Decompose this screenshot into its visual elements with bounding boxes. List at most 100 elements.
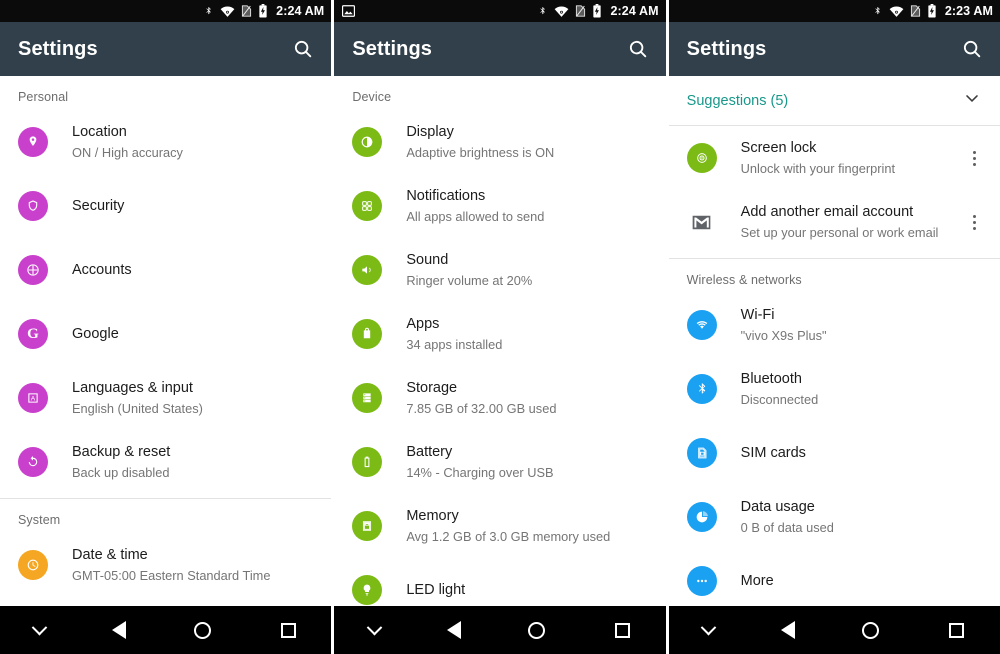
- list-item-text: Display Adaptive brightness is ON: [406, 123, 651, 162]
- list-item[interactable]: Data usage 0 B of data used: [669, 485, 1000, 549]
- status-bar-right: 2:24 AM: [203, 4, 324, 18]
- back-triangle-icon: [780, 621, 795, 639]
- list-item[interactable]: Screen lock Unlock with your fingerprint: [669, 126, 1000, 190]
- list-item[interactable]: Bluetooth Disconnected: [669, 357, 1000, 421]
- list-item-title: Backup & reset: [72, 443, 171, 460]
- section-header: Wireless & networks: [686, 273, 802, 287]
- wifi-icon: [554, 5, 569, 18]
- home-circle-icon: [193, 621, 211, 639]
- list-item-subtitle: Disconnected: [740, 391, 819, 407]
- home-button[interactable]: [159, 621, 245, 639]
- list-item[interactable]: LED light: [334, 558, 665, 606]
- list-item-subtitle: 34 apps installed: [406, 336, 503, 352]
- list-item-title: Notifications: [406, 187, 486, 204]
- list-item[interactable]: G Google: [0, 302, 331, 366]
- clock-icon: [18, 550, 48, 580]
- list-item[interactable]: Memory Avg 1.2 GB of 3.0 GB memory used: [334, 494, 665, 558]
- chevron-down-icon: [700, 619, 717, 635]
- list-item[interactable]: Backup & reset Back up disabled: [0, 430, 331, 494]
- list-item[interactable]: Storage 7.85 GB of 32.00 GB used: [334, 366, 665, 430]
- list-item[interactable]: Sound Ringer volume at 20%: [334, 238, 665, 302]
- recents-button[interactable]: [580, 622, 666, 638]
- led-bulb-icon: [352, 575, 383, 605]
- back-button[interactable]: [748, 621, 828, 639]
- home-button[interactable]: [828, 621, 914, 639]
- fingerprint-lock-icon: [686, 143, 717, 173]
- wifi-icon: [220, 5, 235, 18]
- list-item[interactable]: Accounts: [0, 238, 331, 302]
- list-item-title: Memory: [406, 507, 459, 524]
- list-item[interactable]: Apps 34 apps installed: [334, 302, 665, 366]
- bluetooth-icon: [537, 4, 548, 18]
- list-item[interactable]: More: [669, 549, 1000, 606]
- list-item-title: Security: [72, 197, 125, 214]
- chevron-down-icon: [366, 619, 382, 635]
- list-item[interactable]: Security: [0, 174, 331, 238]
- list-item-title: SIM cards: [740, 444, 806, 461]
- list-item-subtitle: All apps allowed to send: [406, 208, 545, 224]
- list-item[interactable]: Display Adaptive brightness is ON: [334, 110, 665, 174]
- chevron-down-icon[interactable]: [962, 88, 982, 113]
- location-pin-icon: [18, 127, 48, 157]
- status-bar: 2:24 AM: [0, 0, 332, 22]
- chevron-down-icon: [31, 619, 48, 635]
- backup-restore-icon: [18, 447, 48, 477]
- list-item[interactable]: SIM cards: [669, 421, 1000, 485]
- status-bar-right: 2:23 AM: [872, 4, 993, 18]
- list-item-text: Storage 7.85 GB of 32.00 GB used: [406, 379, 651, 418]
- status-bar-clock: 2:23 AM: [944, 4, 993, 18]
- settings-list[interactable]: Personal Location ON / High accuracy Securi…: [0, 76, 332, 606]
- list-item[interactable]: Add another email account Set up your per…: [669, 190, 1000, 254]
- list-item-subtitle: 0 B of data used: [740, 519, 834, 535]
- home-circle-icon: [862, 621, 880, 639]
- list-item[interactable]: Date & time GMT-05:00 Eastern Standard Ti…: [0, 533, 331, 597]
- back-triangle-icon: [112, 621, 127, 639]
- back-button[interactable]: [414, 621, 494, 639]
- svg-text:A: A: [31, 396, 36, 403]
- list-item[interactable]: A Languages & input English (United States…: [0, 366, 331, 430]
- back-triangle-icon: [446, 621, 461, 639]
- suggestions-header[interactable]: Suggestions (5): [669, 76, 1000, 125]
- suggestions-label: Suggestions (5): [686, 92, 789, 109]
- row-overflow-button[interactable]: [964, 207, 986, 237]
- list-item-subtitle: English (United States): [72, 400, 203, 416]
- navigation-bar: [0, 606, 332, 654]
- list-item-title: Wi-Fi: [740, 306, 775, 323]
- recents-button[interactable]: [914, 622, 1000, 638]
- recents-button[interactable]: [245, 622, 331, 638]
- back-button[interactable]: [80, 621, 160, 639]
- search-icon[interactable]: [289, 35, 317, 63]
- status-bar: 2:23 AM: [668, 0, 1000, 22]
- page-title: Settings: [686, 37, 767, 60]
- row-overflow-button[interactable]: [964, 143, 986, 173]
- list-item-title: Data usage: [740, 498, 815, 515]
- bluetooth-icon: [686, 374, 717, 404]
- settings-list[interactable]: Suggestions (5) Screen lock Unlock with yo…: [668, 76, 1000, 606]
- search-icon[interactable]: [624, 35, 652, 63]
- list-item-text: Apps 34 apps installed: [406, 315, 651, 354]
- list-item-subtitle: Avg 1.2 GB of 3.0 GB memory used: [406, 528, 611, 544]
- settings-list[interactable]: Device Display Adaptive brightness is ON No…: [334, 76, 666, 606]
- no-sim-icon: [241, 4, 252, 18]
- home-button[interactable]: [493, 621, 579, 639]
- settings-screenshots-row: 2:24 AM Settings Personal Location ON / High…: [0, 0, 1000, 654]
- list-item-text: Battery 14% - Charging over USB: [406, 443, 651, 482]
- list-item-text: LED light: [406, 581, 651, 600]
- list-item-title: Display: [406, 123, 454, 140]
- status-bar: 2:24 AM: [334, 0, 666, 22]
- list-item-subtitle: "vivo X9s Plus": [740, 327, 827, 343]
- list-item[interactable]: Wi-Fi "vivo X9s Plus": [669, 293, 1000, 357]
- list-item-title: Accounts: [72, 261, 132, 278]
- list-item[interactable]: Location ON / High accuracy: [0, 110, 331, 174]
- list-item[interactable]: Battery 14% - Charging over USB: [334, 430, 665, 494]
- hide-keyboard-button[interactable]: [0, 619, 80, 636]
- hide-keyboard-button[interactable]: [334, 619, 414, 636]
- list-item[interactable]: Notifications All apps allowed to send: [334, 174, 665, 238]
- battery-charging-icon: [258, 4, 268, 18]
- app-bar: Settings: [668, 22, 1000, 76]
- list-item-title: Bluetooth: [740, 370, 802, 387]
- search-icon[interactable]: [958, 35, 986, 63]
- hide-keyboard-button[interactable]: [669, 619, 749, 636]
- status-bar-clock: 2:24 AM: [276, 4, 325, 18]
- recents-square-icon: [949, 622, 965, 638]
